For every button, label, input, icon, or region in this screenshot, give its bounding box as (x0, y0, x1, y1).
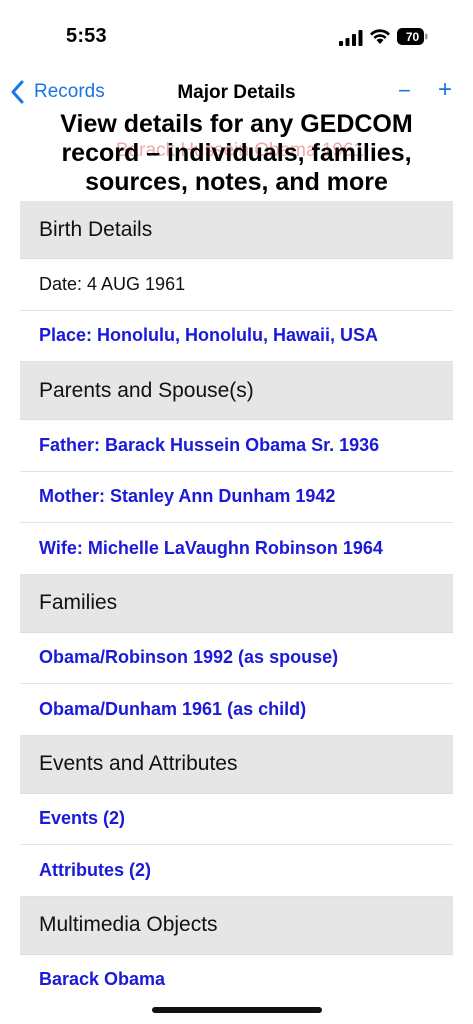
section-header-multimedia: Multimedia Objects (20, 896, 453, 955)
caption-line-1: View details for any GEDCOM (60, 110, 413, 138)
father-row[interactable]: Father: Barack Hussein Obama Sr. 1936 (20, 420, 453, 472)
family-as-child-row[interactable]: Obama/Dunham 1961 (as child) (20, 684, 453, 736)
section-header-birth-details: Birth Details (20, 201, 453, 259)
navigation-bar: Records Major Details − + (0, 72, 473, 112)
birth-place-row[interactable]: Place: Honolulu, Honolulu, Hawaii, USA (20, 310, 453, 362)
battery-level: 70 (405, 29, 420, 44)
wifi-icon (370, 29, 390, 44)
promo-caption: View details for any GEDCOM record – ind… (20, 110, 453, 197)
add-button[interactable]: + (438, 76, 452, 104)
details-list: Birth Details Date: 4 AUG 1961 Place: Ho… (20, 201, 453, 995)
multimedia-row[interactable]: Barack Obama (20, 954, 453, 995)
events-row[interactable]: Events (2) (20, 793, 453, 845)
family-as-spouse-row[interactable]: Obama/Robinson 1992 (as spouse) (20, 632, 453, 684)
mother-row[interactable]: Mother: Stanley Ann Dunham 1942 (20, 471, 453, 523)
decrease-button[interactable]: − (398, 78, 411, 104)
wife-row[interactable]: Wife: Michelle LaVaughn Robinson 1964 (20, 523, 453, 575)
section-header-events-attributes: Events and Attributes (20, 735, 453, 794)
section-header-families: Families (20, 574, 453, 633)
cellular-signal-icon (339, 30, 363, 46)
status-time: 5:53 (66, 25, 107, 47)
caption-line-3: sources, notes, and more (85, 168, 388, 196)
caption-line-2: record – individuals, families, (61, 139, 412, 167)
birth-date-row: Date: 4 AUG 1961 (20, 259, 453, 311)
status-bar: 5:53 70 (0, 0, 473, 64)
home-indicator[interactable] (152, 1007, 322, 1013)
attributes-row[interactable]: Attributes (2) (20, 845, 453, 897)
section-header-parents-spouses: Parents and Spouse(s) (20, 362, 453, 420)
battery-icon: 70 (397, 28, 428, 45)
